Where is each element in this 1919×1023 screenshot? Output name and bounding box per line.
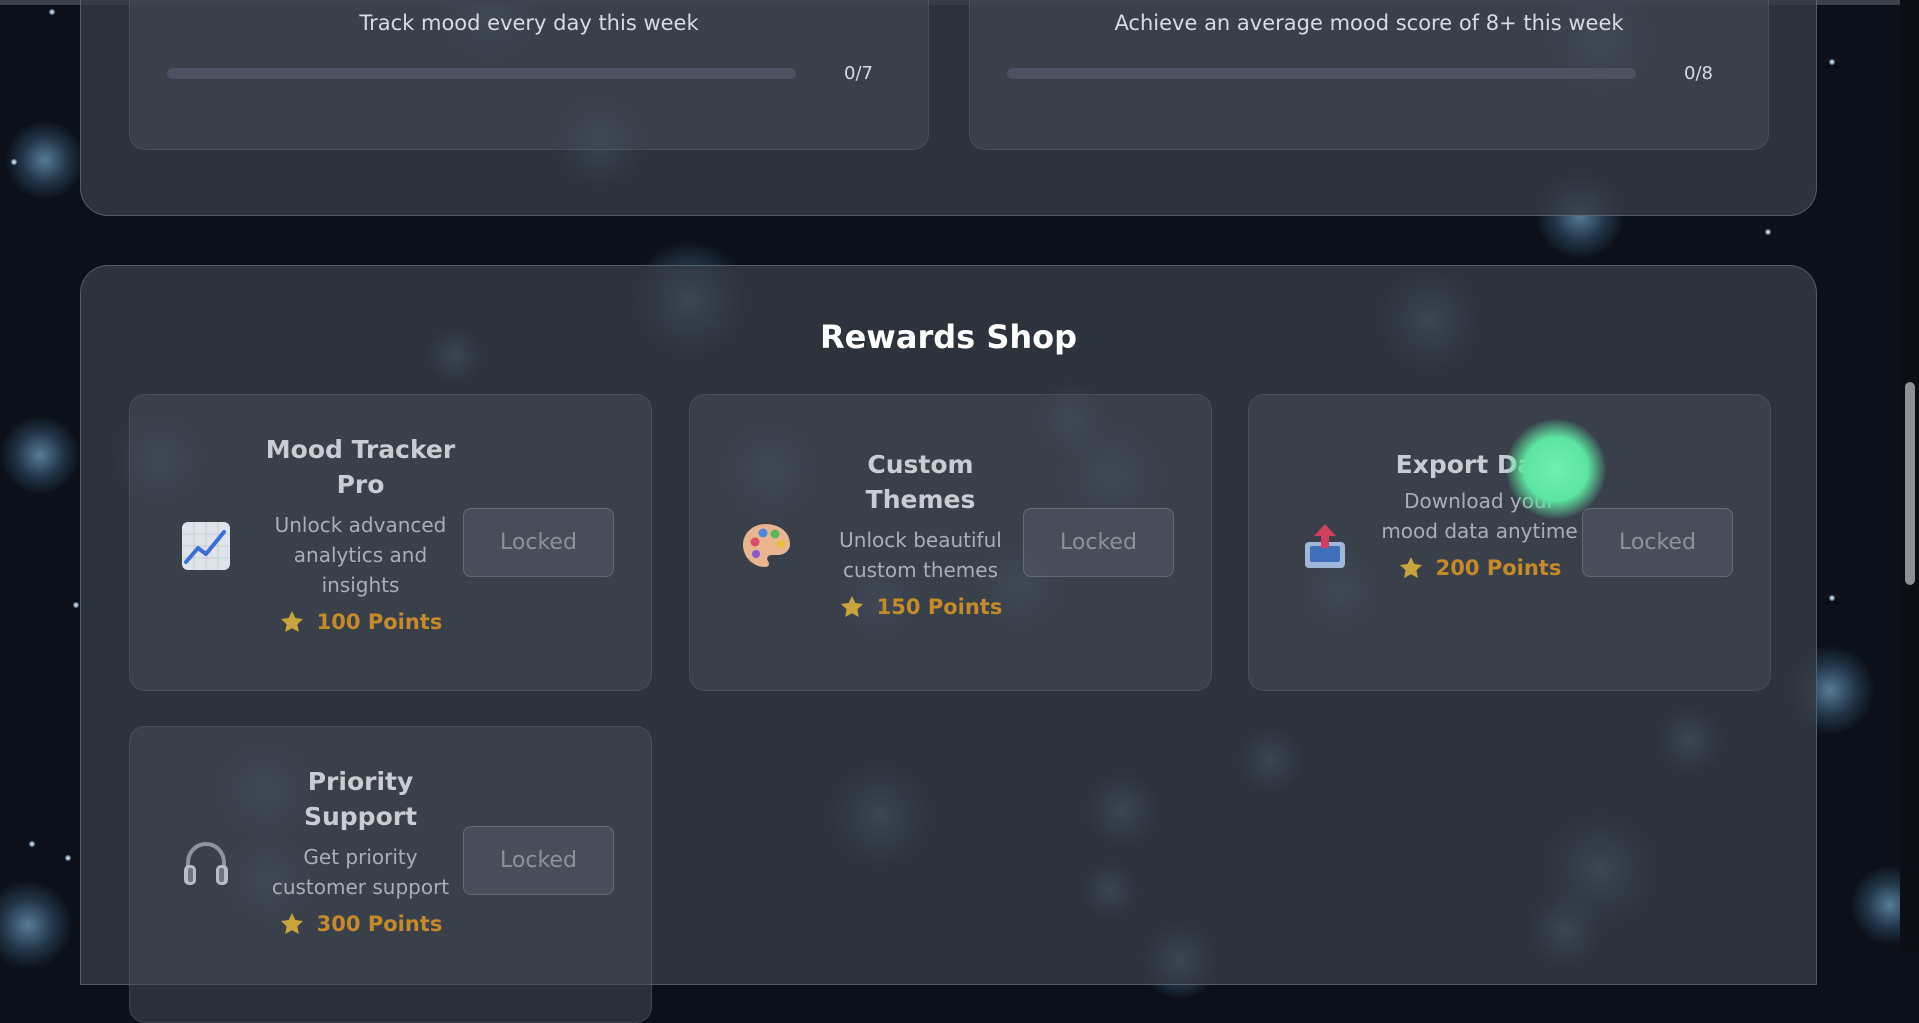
star-icon — [840, 595, 863, 617]
star-dot — [1765, 229, 1771, 235]
challenge-card: Track mood every day this week 0/7 — [129, 0, 929, 150]
scrollbar-thumb[interactable] — [1905, 382, 1915, 585]
reward-points-label: 300 Points — [316, 912, 443, 936]
palette-icon — [743, 524, 790, 567]
reward-points: 200 Points — [1377, 555, 1582, 581]
star-dot — [11, 159, 17, 165]
star-icon — [1399, 556, 1422, 578]
challenge-progress-count: 0/8 — [1684, 63, 1713, 84]
star-dot — [1829, 59, 1835, 65]
outbox-tray-icon — [1305, 524, 1345, 568]
locked-button[interactable]: Locked — [463, 508, 614, 577]
locked-button[interactable]: Locked — [1023, 508, 1174, 577]
reward-info: Custom Themes Unlock beautiful custom th… — [818, 447, 1023, 620]
reward-points: 150 Points — [818, 594, 1023, 620]
reward-description: Download your mood data anytime — [1381, 489, 1578, 543]
reward-name: Custom Themes — [865, 450, 976, 514]
reward-card-priority-support: Priority Support Get priority customer s… — [129, 726, 652, 1023]
reward-description: Unlock advanced analytics and insights — [274, 513, 447, 597]
reward-name: Priority Support — [303, 767, 418, 831]
headphones-icon — [184, 841, 228, 885]
reward-points-label: 200 Points — [1435, 556, 1562, 580]
reward-card-custom-themes: Custom Themes Unlock beautiful custom th… — [689, 394, 1212, 691]
reward-info: Export Data Download your mood data anyt… — [1377, 447, 1582, 581]
star-dot — [1829, 595, 1835, 601]
reward-card-mood-tracker-pro: Mood Tracker Pro Unlock advanced analyti… — [129, 394, 652, 691]
glow-particle — [5, 120, 85, 200]
locked-button[interactable]: Locked — [463, 826, 614, 895]
star-dot — [65, 855, 71, 861]
reward-points-label: 150 Points — [876, 595, 1003, 619]
star-icon — [280, 610, 303, 632]
reward-info: Priority Support Get priority customer s… — [258, 764, 463, 937]
glow-particle — [0, 415, 80, 495]
reward-points: 100 Points — [258, 609, 463, 635]
reward-points-label: 100 Points — [316, 610, 443, 634]
challenge-description: Achieve an average mood score of 8+ this… — [1114, 11, 1624, 35]
reward-description: Get priority customer support — [271, 845, 450, 899]
challenge-description: Track mood every day this week — [359, 11, 699, 35]
rewards-shop-panel: Rewards Shop Mood Tracker Pro Unlock adv… — [80, 265, 1817, 1023]
glow-particle — [0, 880, 73, 970]
star-dot — [73, 602, 79, 608]
star-dot — [29, 841, 35, 847]
chart-increasing-icon — [182, 522, 230, 570]
reward-card-export-data: Export Data Download your mood data anyt… — [1248, 394, 1771, 691]
page-scrollbar[interactable] — [1900, 0, 1919, 952]
challenge-progress-bar — [1007, 68, 1636, 79]
star-icon — [280, 912, 303, 934]
challenges-panel: Track mood every day this week 0/7 Achie… — [80, 0, 1817, 216]
reward-description: Unlock beautiful custom themes — [839, 528, 1002, 582]
reward-points: 300 Points — [258, 911, 463, 937]
reward-name: Mood Tracker Pro — [265, 435, 456, 499]
star-dot — [49, 9, 55, 15]
reward-info: Mood Tracker Pro Unlock advanced analyti… — [258, 432, 463, 635]
challenge-progress-bar — [167, 68, 796, 79]
section-title: Rewards Shop — [819, 318, 1078, 356]
locked-button[interactable]: Locked — [1582, 508, 1733, 577]
reward-name: Export Data — [1395, 450, 1564, 479]
challenge-card: Achieve an average mood score of 8+ this… — [969, 0, 1769, 150]
challenge-progress-count: 0/7 — [844, 63, 873, 84]
